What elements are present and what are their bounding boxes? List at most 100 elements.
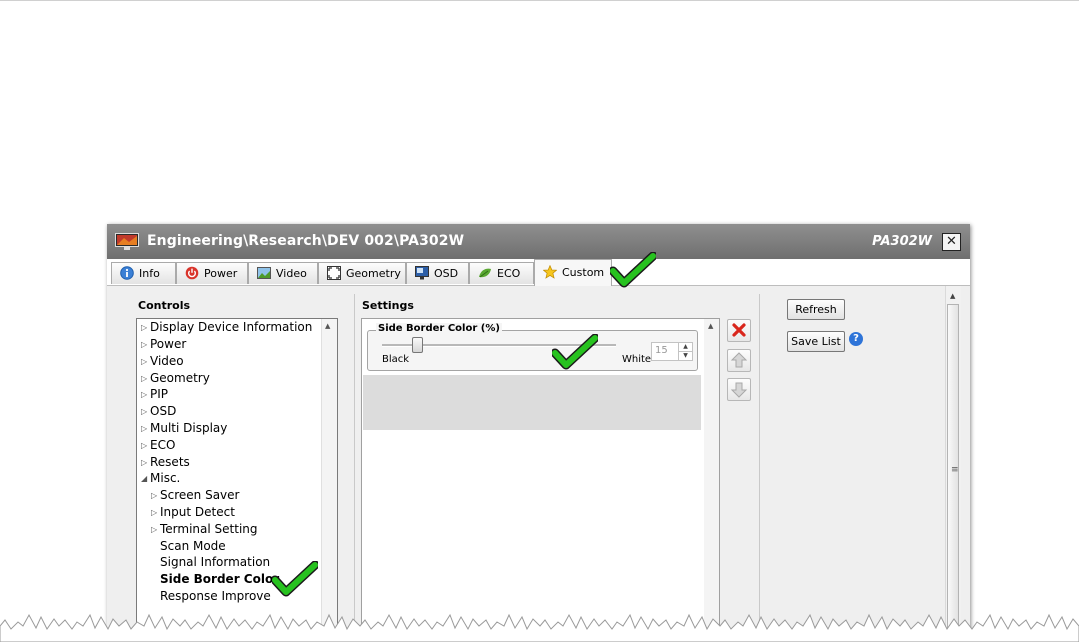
settings-list[interactable]: Side Border Color (%) Black White 15 ▲ ▼… — [361, 318, 720, 640]
tab-osd[interactable]: OSD — [406, 262, 469, 284]
power-icon — [185, 266, 199, 280]
tab-custom-label: Custom — [562, 266, 605, 279]
tab-eco-label: ECO — [497, 267, 521, 280]
tree-item-label: Input Detect — [160, 505, 235, 519]
window-title: Engineering\Research\DEV 002\PA302W — [147, 233, 465, 249]
title-bar: Engineering\Research\DEV 002\PA302W PA30… — [107, 224, 970, 259]
tab-power[interactable]: Power — [176, 262, 248, 284]
expand-arrow-icon[interactable]: ▷ — [141, 390, 147, 399]
refresh-button[interactable]: Refresh — [787, 299, 845, 320]
save-list-button[interactable]: Save List — [787, 331, 845, 352]
tree-item-scan-mode[interactable]: Scan Mode — [160, 539, 226, 553]
tree-item-signal-information[interactable]: Signal Information — [160, 555, 270, 569]
tree-item-side-border-color[interactable]: Side Border Color — [160, 572, 279, 586]
scroll-up-arrow-icon[interactable]: ▲ — [950, 292, 955, 300]
move-down-button[interactable] — [727, 378, 751, 401]
controls-heading: Controls — [138, 299, 191, 312]
expand-arrow-icon[interactable]: ▷ — [141, 323, 147, 332]
tree-item-label: OSD — [150, 404, 177, 418]
slider-max-label: White — [622, 354, 652, 365]
tree-item-label: Geometry — [150, 371, 210, 385]
panel-divider — [354, 294, 355, 642]
setting-side-border-color: Side Border Color (%) Black White 15 ▲ ▼ — [367, 323, 698, 371]
content-area: Controls ▷ Display Device Information ▷ … — [107, 286, 970, 642]
tree-item-label: Power — [150, 337, 187, 351]
window-scrollbar[interactable]: ▲ ≡ — [945, 286, 961, 642]
expand-arrow-icon[interactable]: ▷ — [141, 458, 147, 467]
scroll-up-arrow-icon[interactable]: ▲ — [325, 322, 330, 330]
tree-item-label: Signal Information — [160, 555, 271, 569]
tree-item-label: Misc. — [150, 471, 181, 485]
expand-arrow-icon[interactable]: ▷ — [151, 491, 157, 500]
move-up-button[interactable] — [727, 349, 751, 372]
scroll-up-arrow-icon[interactable]: ▲ — [708, 322, 713, 330]
down-arrow-icon — [730, 382, 748, 398]
app-window: Engineering\Research\DEV 002\PA302W PA30… — [107, 224, 970, 642]
tab-info[interactable]: Info — [111, 262, 176, 284]
tree-item-label: Response Improve — [160, 589, 271, 603]
slider-min-label: Black — [382, 354, 410, 365]
tree-item-label: Side Border Color — [160, 572, 280, 586]
tree-item-label: Video — [150, 354, 184, 368]
tree-item-label: Resets — [150, 455, 190, 469]
scroll-grip-icon: ≡ — [951, 465, 959, 475]
monitor-app-icon — [115, 233, 139, 250]
remove-button[interactable] — [727, 319, 751, 342]
checkmark-icon — [272, 561, 318, 597]
model-name: PA302W — [872, 234, 932, 249]
expand-arrow-icon[interactable]: ▷ — [141, 407, 147, 416]
help-icon[interactable]: ? — [849, 332, 863, 346]
expand-arrow-icon[interactable]: ▷ — [141, 357, 147, 366]
expand-arrow-icon[interactable]: ▷ — [141, 441, 147, 450]
tab-geometry-label: Geometry — [346, 267, 401, 280]
close-button[interactable]: ✕ — [942, 233, 961, 251]
empty-setting-row — [363, 375, 701, 430]
tab-geometry[interactable]: Geometry — [318, 262, 406, 284]
geometry-icon — [327, 266, 341, 280]
up-arrow-icon — [730, 352, 748, 368]
tab-video[interactable]: Video — [248, 262, 318, 284]
tab-video-label: Video — [276, 267, 307, 280]
spinbox-value: 15 — [655, 345, 668, 356]
expand-arrow-icon[interactable]: ▷ — [141, 424, 147, 433]
tree-item-response-improve[interactable]: Response Improve — [160, 589, 271, 603]
value-spinbox[interactable]: 15 ▲ ▼ — [651, 342, 693, 361]
settings-heading: Settings — [362, 299, 414, 312]
info-icon — [120, 266, 134, 280]
red-x-icon — [732, 323, 746, 337]
slider-thumb[interactable] — [412, 337, 424, 353]
expand-arrow-icon[interactable]: ▷ — [141, 340, 147, 349]
tab-eco[interactable]: ECO — [469, 262, 534, 284]
spin-up-arrow-icon[interactable]: ▲ — [679, 343, 692, 352]
tab-strip: Info Power Video Geometry OSD ECO Custom — [107, 259, 970, 286]
video-icon — [257, 267, 271, 279]
tree-item-label: Scan Mode — [160, 539, 226, 553]
expand-arrow-icon[interactable]: ▷ — [151, 508, 157, 517]
checkmark-icon — [552, 334, 598, 370]
setting-title: Side Border Color (%) — [376, 323, 502, 334]
spin-down-arrow-icon[interactable]: ▼ — [679, 352, 692, 360]
expand-arrow-icon[interactable]: ▷ — [151, 525, 157, 534]
tab-power-label: Power — [204, 267, 238, 280]
settings-scrollbar[interactable]: ▲ — [704, 319, 719, 639]
eco-leaf-icon — [479, 268, 491, 278]
controls-scrollbar[interactable]: ▲ — [321, 319, 337, 639]
panel-divider — [759, 294, 760, 642]
osd-icon — [415, 266, 429, 280]
tree-item-label: Terminal Setting — [160, 522, 258, 536]
checkmark-icon — [610, 252, 656, 288]
tree-item-label: Multi Display — [150, 421, 228, 435]
tree-item-label: Screen Saver — [160, 488, 240, 502]
scroll-thumb[interactable]: ≡ — [947, 304, 959, 642]
tab-custom[interactable]: Custom — [534, 259, 612, 286]
page-top-divider — [0, 0, 1079, 1]
tab-info-label: Info — [139, 267, 160, 280]
tab-osd-label: OSD — [434, 267, 459, 280]
collapse-arrow-icon[interactable]: ◢ — [141, 474, 147, 483]
expand-arrow-icon[interactable]: ▷ — [141, 374, 147, 383]
tree-item-label: Display Device Information — [150, 320, 313, 334]
tree-item-label: ECO — [150, 438, 176, 452]
spinbox-buttons: ▲ ▼ — [678, 343, 692, 360]
star-icon — [543, 265, 557, 279]
tree-item-label: PIP — [150, 387, 169, 401]
